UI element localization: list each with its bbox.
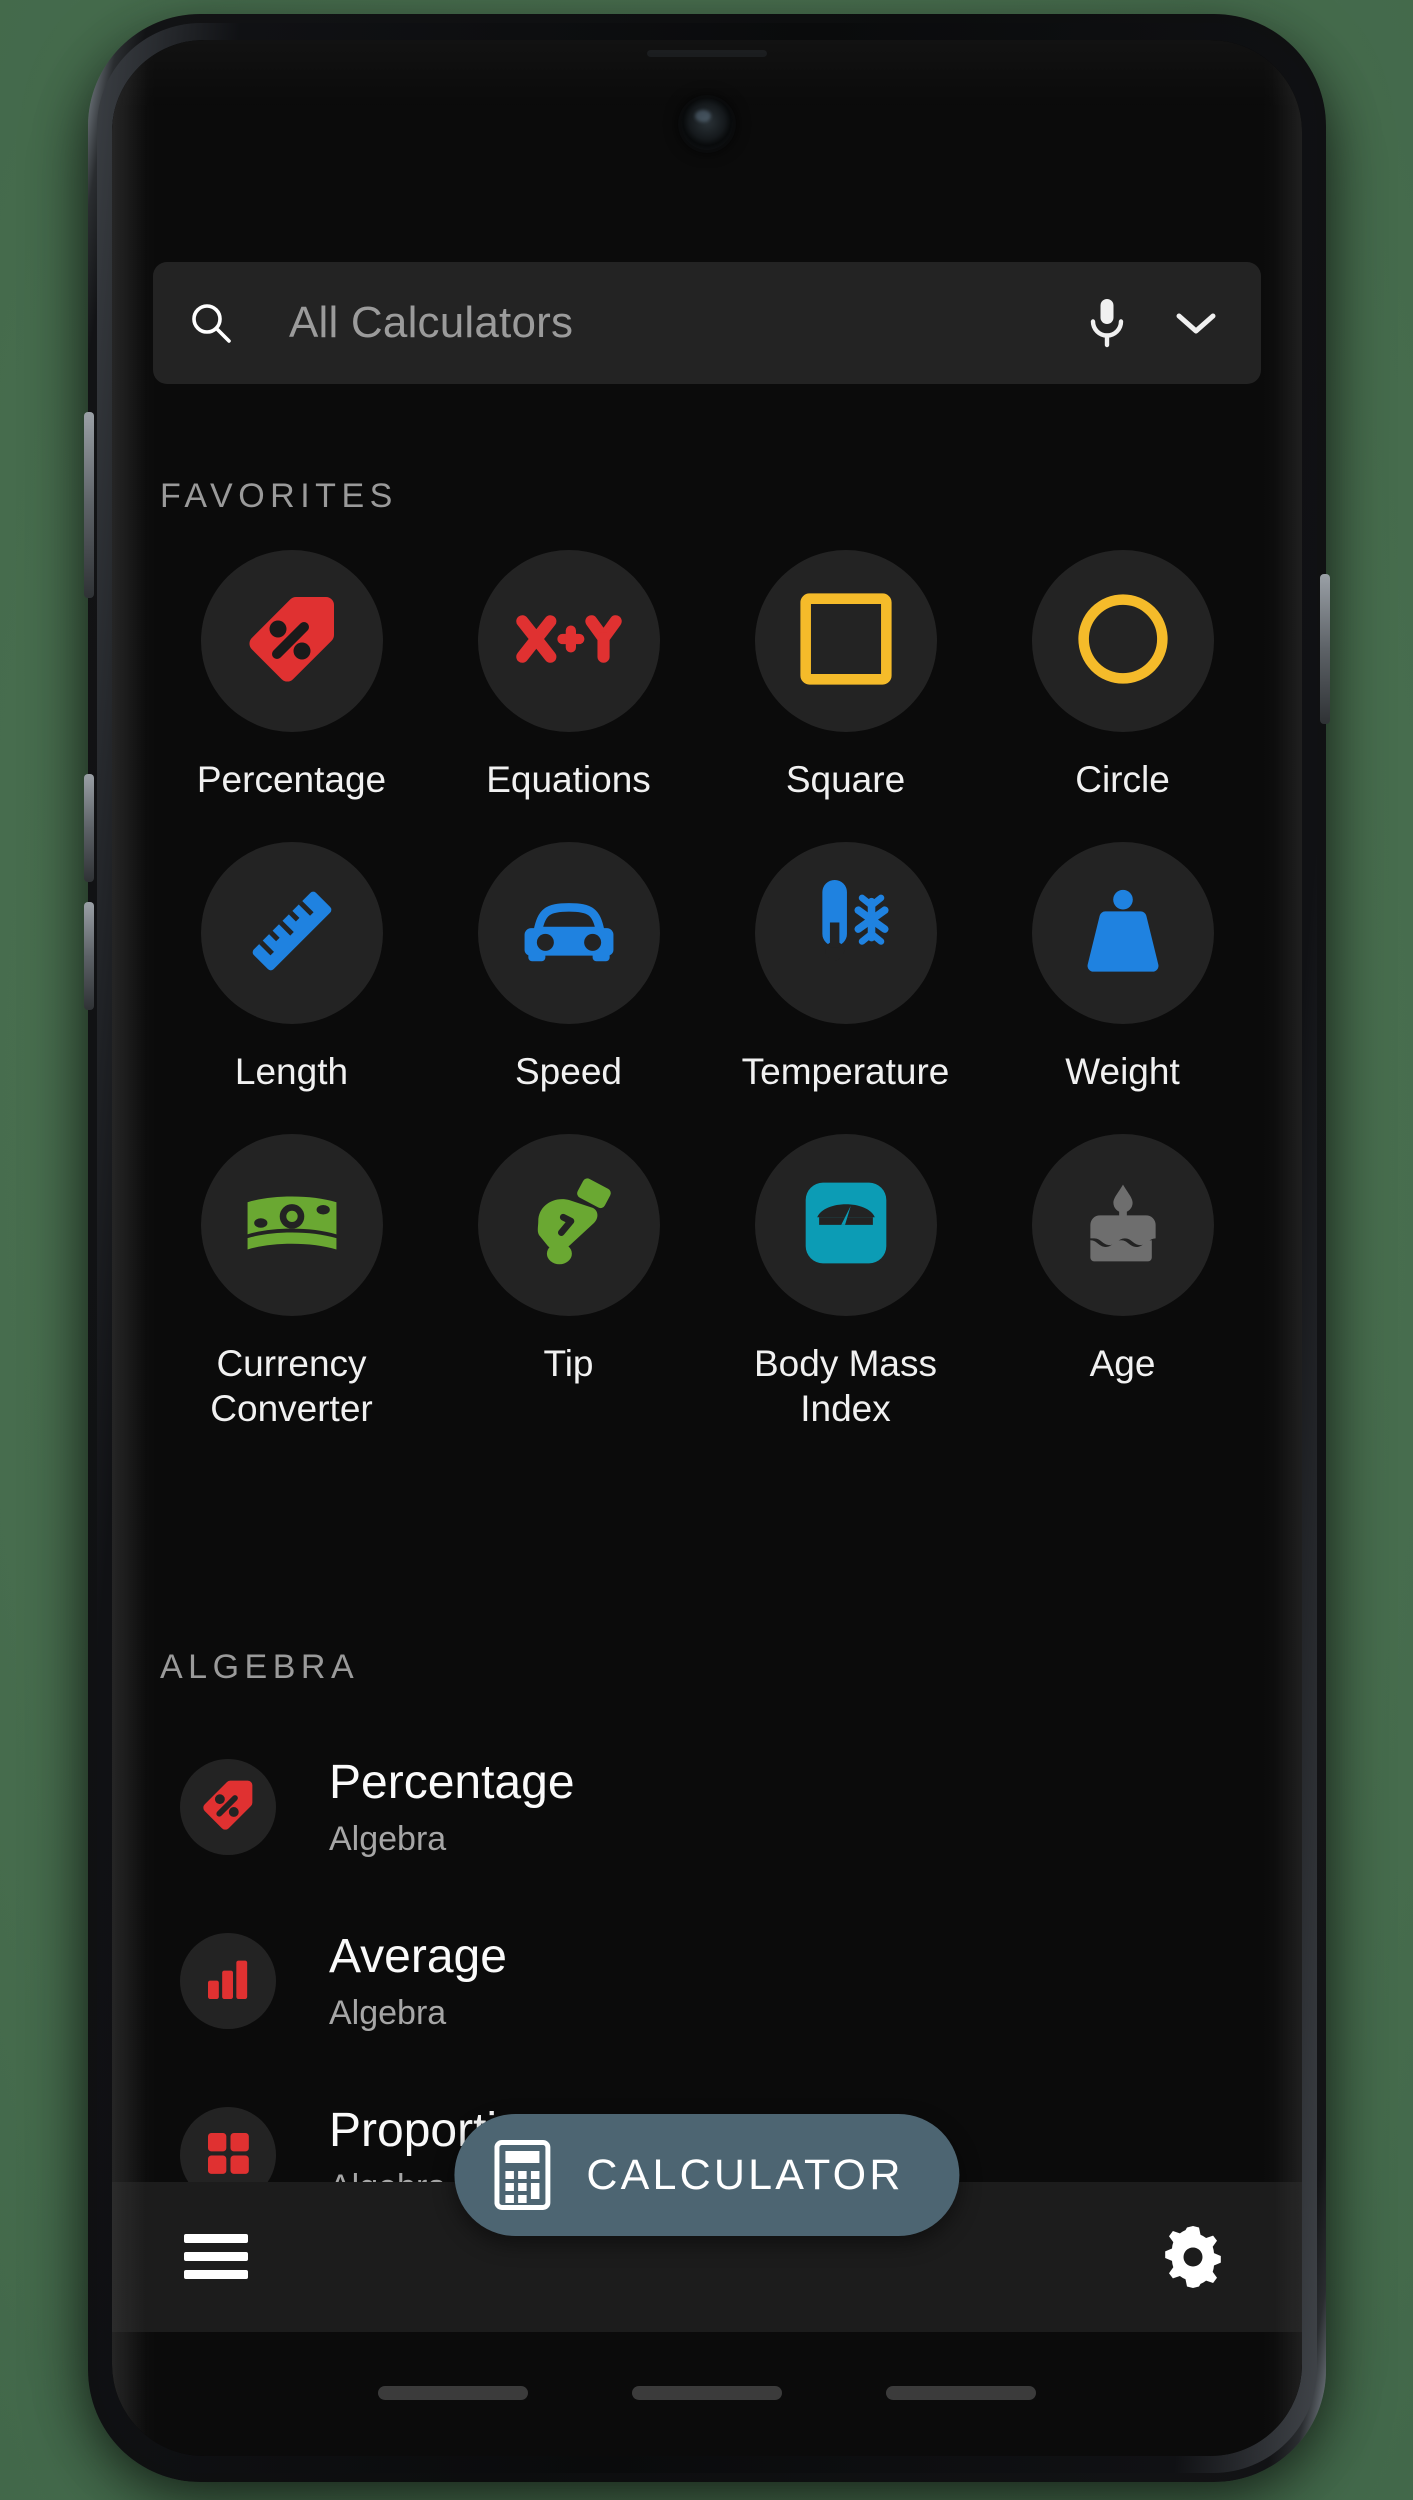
favorite-equations[interactable]: Equations [430,550,707,842]
bar-chart-icon [203,1954,253,2009]
hand-coin-icon [521,1175,617,1276]
microphone-icon[interactable] [1085,297,1129,349]
favorite-icon-wrap [1031,550,1214,732]
favorite-label: Equations [486,759,651,800]
favorite-weight[interactable]: Weight [984,842,1261,1134]
list-item[interactable]: Percentage Algebra [153,1720,1261,1894]
screenshot-stage: All Calculators FAVORITES Percentage Equ… [0,0,1413,2500]
favorite-icon-wrap [754,1134,937,1316]
favorite-label: Body Mass Index [753,1343,937,1430]
favorite-age[interactable]: Age [984,1134,1261,1426]
search-icon[interactable] [187,299,235,347]
favorite-label: Currency Converter [210,1343,373,1430]
search-bar[interactable]: All Calculators [153,262,1261,384]
nav-pill-home[interactable] [632,2386,782,2400]
circle-icon [1075,591,1171,692]
bathroom-scale-icon [798,1175,894,1276]
list-item[interactable]: Average Algebra [153,1894,1261,2068]
favorite-icon-wrap [200,1134,383,1316]
gesture-nav-bar [112,2386,1302,2400]
side-button-right[interactable] [1320,574,1330,724]
list-item-title: Average [329,1930,507,1984]
birthday-cake-icon [1075,1175,1171,1276]
square-icon [798,591,894,692]
favorite-square[interactable]: Square [707,550,984,842]
favorite-label: Square [785,759,906,800]
list-item-subtitle: Algebra [329,1819,447,1858]
thermometer-snowflake-icon [794,879,898,988]
weight-icon [1074,882,1172,985]
volume-up-button[interactable] [84,412,94,598]
x-plus-y-icon [513,606,625,677]
volume-down-button[interactable] [84,774,94,882]
section-header-favorites: FAVORITES [160,477,398,515]
ruler-icon [242,881,342,986]
favorite-tip[interactable]: Tip [430,1134,707,1426]
grid-four-icon [203,2128,253,2183]
favorite-label: Length [234,1051,349,1092]
hamburger-menu-icon[interactable] [184,2232,248,2282]
favorite-icon-wrap [477,1134,660,1316]
favorite-icon-wrap [1031,1134,1214,1316]
list-item-text: Average Algebra [329,1929,507,2032]
calculator-icon [494,2140,551,2210]
gear-icon[interactable] [1160,2224,1226,2290]
favorite-icon-wrap [1031,842,1214,1024]
list-item-subtitle: Algebra [329,1993,447,2032]
favorite-length[interactable]: Length [153,842,430,1134]
favorite-label: Tip [543,1343,594,1384]
list-icon-wrap [180,1933,276,2029]
favorite-icon-wrap [200,842,383,1024]
favorite-currency-converter[interactable]: Currency Converter [153,1134,430,1429]
calculator-fab-label: CALCULATOR [586,2150,904,2199]
list-item-title: Percentage [329,1756,575,1810]
nav-pill-back[interactable] [378,2386,528,2400]
search-input[interactable]: All Calculators [289,298,1085,348]
favorite-label: Circle [1075,759,1170,800]
favorite-icon-wrap [200,550,383,732]
favorite-label: Temperature [741,1051,950,1092]
favorite-label: Weight [1065,1051,1180,1092]
banknote-icon [240,1185,344,1266]
percent-tag-icon [199,1776,257,1839]
favorite-circle[interactable]: Circle [984,550,1261,842]
chevron-down-icon[interactable] [1173,308,1219,338]
favorite-icon-wrap [754,842,937,1024]
favorite-temperature[interactable]: Temperature [707,842,984,1134]
favorite-label: Percentage [196,759,387,800]
favorite-speed[interactable]: Speed [430,842,707,1134]
favorite-label: Age [1089,1343,1156,1384]
screen-surface: All Calculators FAVORITES Percentage Equ… [112,40,1302,2456]
phone-frame: All Calculators FAVORITES Percentage Equ… [84,14,1330,2482]
car-icon [517,893,621,974]
favorite-icon-wrap [477,550,660,732]
favorite-body-mass-index[interactable]: Body Mass Index [707,1134,984,1429]
section-header-algebra: ALGEBRA [160,1648,360,1686]
favorites-grid: Percentage Equations Square Circle Lengt… [153,550,1261,1429]
favorite-label: Speed [515,1051,622,1092]
favorite-icon-wrap [477,842,660,1024]
list-item-text: Percentage Algebra [329,1755,575,1858]
calculator-app: All Calculators FAVORITES Percentage Equ… [112,40,1302,2456]
list-icon-wrap [180,1759,276,1855]
phone-screen: All Calculators FAVORITES Percentage Equ… [112,40,1302,2456]
percent-tag-icon [242,589,342,694]
nav-pill-recents[interactable] [886,2386,1036,2400]
calculator-fab[interactable]: CALCULATOR [454,2114,960,2236]
favorite-percentage[interactable]: Percentage [153,550,430,842]
power-button[interactable] [84,902,94,1010]
favorite-icon-wrap [754,550,937,732]
